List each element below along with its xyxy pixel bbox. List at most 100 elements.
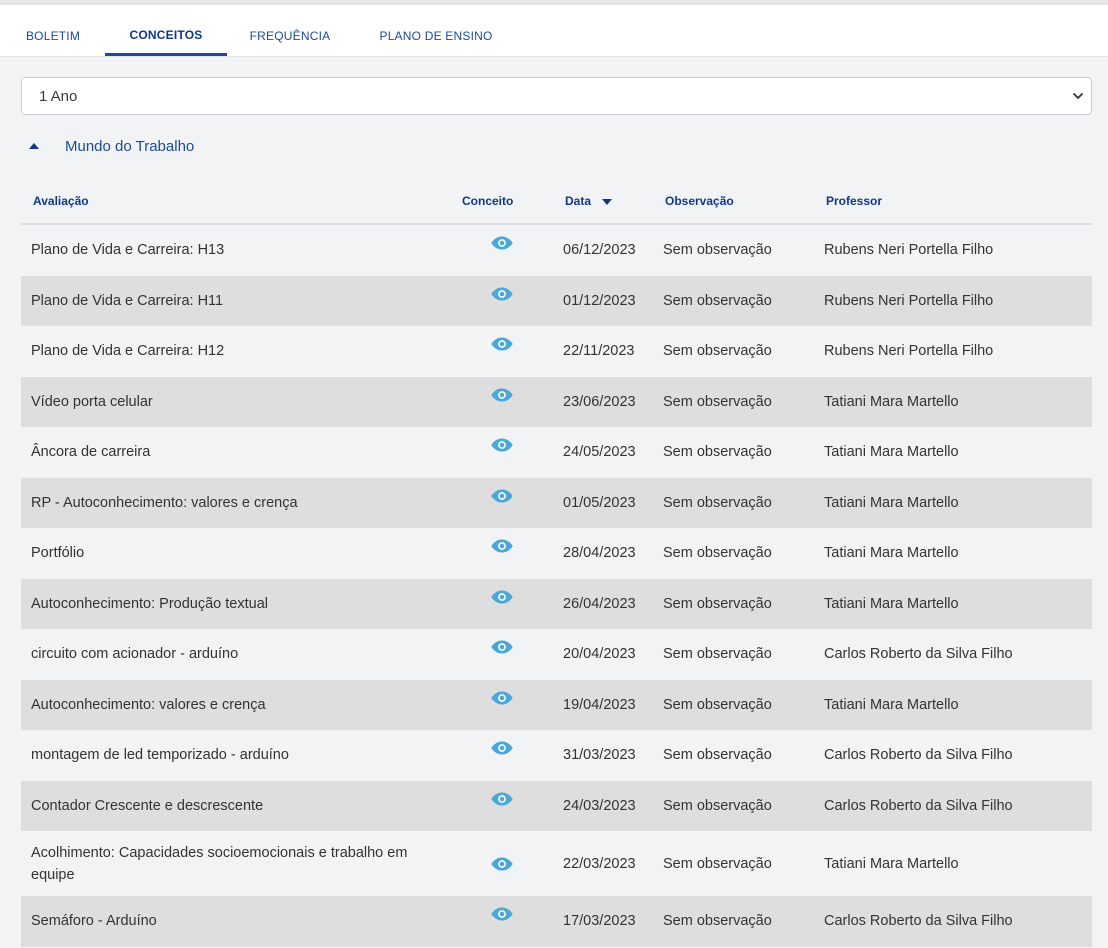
cell-observacao: Sem observação [663, 444, 772, 461]
chevron-down-icon [1073, 93, 1083, 99]
cell-data: 24/05/2023 [563, 444, 636, 461]
cell-observacao: Sem observação [663, 855, 772, 872]
cell-avaliacao: Plano de Vida e Carreira: H13 [31, 242, 225, 259]
header-conceito: Conceito [462, 194, 514, 208]
view-conceito-button[interactable] [488, 528, 516, 579]
cell-observacao: Sem observação [663, 595, 772, 612]
cell-observacao: Sem observação [663, 292, 772, 309]
table-row: montagem de led temporizado - arduíno 31/… [21, 730, 1092, 781]
table-row: Portfólio 28/04/2023 Sem observação Tatiani… [21, 528, 1092, 579]
eye-icon [491, 388, 513, 401]
cell-avaliacao: Âncora de carreira [31, 444, 151, 461]
cell-professor: Tatiani Mara Martello [824, 494, 959, 511]
view-conceito-button[interactable] [488, 831, 516, 896]
table-row: Acolhimento: Capacidades socioemocionais… [21, 831, 1092, 896]
view-conceito-button[interactable] [488, 478, 516, 529]
view-conceito-button[interactable] [488, 730, 516, 781]
cell-data: 28/04/2023 [563, 545, 636, 562]
cell-avaliacao: Acolhimento: Capacidades socioemocionais… [31, 844, 408, 883]
header-data-label: Data [565, 194, 592, 208]
cell-data: 31/03/2023 [563, 747, 636, 764]
cell-professor: Tatiani Mara Martello [824, 855, 959, 872]
cell-professor: Carlos Roberto da Silva Filho [824, 646, 1013, 663]
table-row: Âncora de carreira 24/05/2023 Sem observaç… [21, 427, 1092, 478]
cell-observacao: Sem observação [663, 747, 772, 764]
eye-icon [491, 907, 513, 921]
table-row: Semáforo - Arduíno 17/03/2023 Sem observaç… [21, 896, 1092, 947]
cell-data: 19/04/2023 [563, 696, 636, 713]
header-avaliacao: Avaliação [33, 194, 89, 208]
cell-data: 01/05/2023 [563, 494, 636, 511]
view-conceito-button[interactable] [488, 629, 516, 680]
caret-down-icon [602, 198, 613, 205]
cell-data: 06/12/2023 [563, 242, 636, 259]
table-row: Plano de Vida e Carreira: H12 22/11/2023 S… [21, 326, 1092, 377]
header-observacao: Observação [665, 194, 734, 208]
view-conceito-button[interactable] [488, 781, 516, 832]
view-conceito-button[interactable] [488, 276, 516, 327]
cell-data: 23/06/2023 [563, 393, 636, 410]
cell-professor: Tatiani Mara Martello [824, 545, 959, 562]
conceitos-table: Avaliação Conceito Data Observação Profe… [21, 179, 1092, 947]
table-row: Vídeo porta celular 23/06/2023 Sem observa… [21, 376, 1092, 428]
view-conceito-button[interactable] [488, 377, 516, 428]
cell-observacao: Sem observação [663, 393, 772, 410]
cell-avaliacao: Vídeo porta celular [31, 393, 153, 410]
cell-avaliacao: Portfólio [31, 545, 85, 562]
tab-bar: BOLETIM CONCEITOS FREQUÊNCIA PLANO DE EN… [0, 5, 1108, 57]
cell-professor: Carlos Roberto da Silva Filho [824, 747, 1013, 764]
eye-icon [491, 691, 513, 704]
cell-avaliacao: montagem de led temporizado - arduíno [31, 747, 289, 764]
tab-conceitos[interactable]: CONCEITOS [105, 5, 227, 56]
eye-icon [491, 489, 513, 502]
cell-observacao: Sem observação [663, 913, 772, 930]
tab-frequencia[interactable]: FREQUÊNCIA [238, 5, 342, 56]
table-body: Plano de Vida e Carreira: H13 06/12/2023 S… [21, 225, 1092, 947]
cell-observacao: Sem observação [663, 242, 772, 259]
view-conceito-button[interactable] [488, 326, 516, 377]
tab-boletim[interactable]: BOLETIM [12, 5, 94, 56]
cell-professor: Tatiani Mara Martello [824, 393, 959, 410]
header-professor: Professor [826, 194, 883, 208]
view-conceito-button[interactable] [488, 680, 516, 731]
view-conceito-button[interactable] [488, 896, 516, 947]
table-row: circuito com acionador - arduíno 20/04/20… [21, 629, 1092, 680]
table-row: RP - Autoconhecimento: valores e crença 0… [21, 477, 1092, 529]
eye-icon [491, 236, 513, 250]
cell-observacao: Sem observação [663, 494, 772, 511]
table-row: Autoconhecimento: valores e crença 19/04/… [21, 679, 1092, 731]
cell-avaliacao: Semáforo - Arduíno [31, 913, 157, 930]
view-conceito-button[interactable] [488, 579, 516, 630]
cell-observacao: Sem observação [663, 646, 772, 663]
eye-icon [491, 590, 513, 603]
cell-data: 22/11/2023 [563, 343, 635, 360]
table-header: Avaliação Conceito Data Observação Profe… [21, 179, 1092, 225]
cell-data: 26/04/2023 [563, 595, 636, 612]
cell-observacao: Sem observação [663, 797, 772, 814]
cell-avaliacao: Contador Crescente e descrescente [31, 797, 264, 814]
cell-professor: Tatiani Mara Martello [824, 696, 959, 713]
cell-professor: Carlos Roberto da Silva Filho [824, 913, 1013, 930]
view-conceito-button[interactable] [488, 427, 516, 478]
group-toggle-mundo-do-trabalho[interactable]: Mundo do Trabalho [21, 133, 321, 161]
eye-icon [491, 539, 513, 553]
view-conceito-button[interactable] [488, 225, 516, 276]
cell-professor: Tatiani Mara Martello [824, 444, 959, 461]
table-row: Plano de Vida e Carreira: H11 01/12/2023 S… [21, 275, 1092, 327]
eye-icon [491, 741, 513, 755]
header-data-sort[interactable]: Data [565, 179, 613, 223]
cell-professor: Tatiani Mara Martello [824, 595, 959, 612]
cell-professor: Rubens Neri Portella Filho [824, 242, 994, 259]
table-row: Plano de Vida e Carreira: H13 06/12/2023 S… [21, 225, 1092, 276]
eye-icon [491, 287, 513, 300]
year-select[interactable]: 1 Ano [21, 77, 1092, 115]
cell-avaliacao: RP - Autoconhecimento: valores e crença [31, 494, 298, 511]
table-row: Autoconhecimento: Produção textual 26/04/… [21, 578, 1092, 630]
cell-data: 22/03/2023 [563, 855, 636, 872]
cell-avaliacao: circuito com acionador - arduíno [31, 646, 239, 663]
cell-data: 24/03/2023 [563, 797, 636, 814]
eye-icon [491, 438, 513, 452]
cell-avaliacao: Plano de Vida e Carreira: H12 [31, 343, 225, 360]
cell-professor: Carlos Roberto da Silva Filho [824, 797, 1013, 814]
tab-plano-de-ensino[interactable]: PLANO DE ENSINO [360, 5, 512, 56]
